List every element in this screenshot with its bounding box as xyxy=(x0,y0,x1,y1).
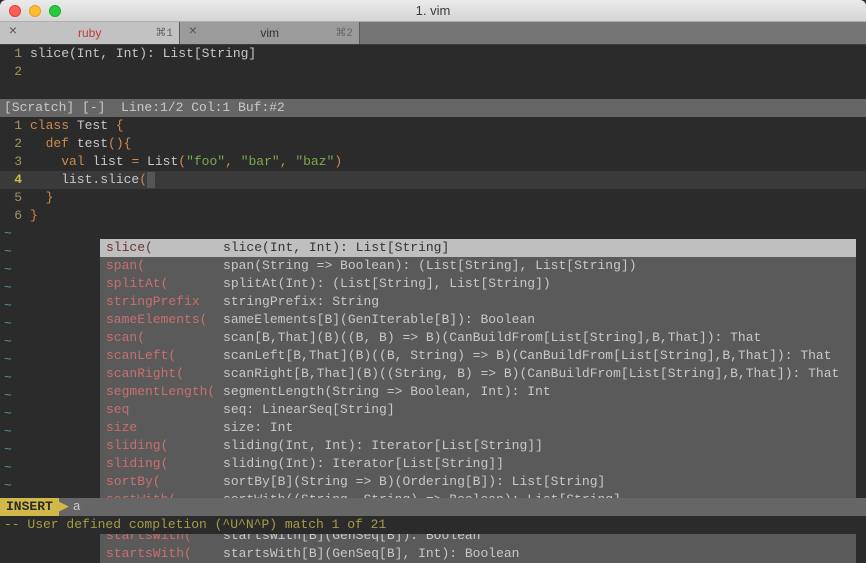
main-buffer[interactable]: 1class Test {2 def test(){3 val list = L… xyxy=(0,117,866,225)
editor-area[interactable]: 1 slice(Int, Int): List[String] 2 [Scrat… xyxy=(0,45,866,531)
completion-word: scanRight( xyxy=(106,365,223,383)
code-text: def test(){ xyxy=(30,135,131,153)
statusline-trail: a xyxy=(69,498,866,516)
completion-item[interactable]: sortBy( sortBy[B](String => B)(Ordering[… xyxy=(100,473,856,491)
window-titlebar: 1. vim xyxy=(0,0,866,22)
close-icon[interactable]: × xyxy=(186,26,200,40)
powerline-arrow-icon: ▶ xyxy=(59,498,69,516)
completion-item[interactable]: startsWith( startsWith[B](GenSeq[B], Int… xyxy=(100,545,856,563)
completion-item[interactable]: size size: Int xyxy=(100,419,856,437)
line-number: 2 xyxy=(0,135,30,153)
line-number: 6 xyxy=(0,207,30,225)
line-number: 3 xyxy=(0,153,30,171)
completion-word: sortBy( xyxy=(106,473,223,491)
code-line[interactable]: 2 def test(){ xyxy=(0,135,866,153)
command-line: -- User defined completion (^U^N^P) matc… xyxy=(0,516,866,534)
code-text: } xyxy=(30,207,38,225)
cursor xyxy=(147,172,155,188)
completion-signature: splitAt(Int): (List[String], List[String… xyxy=(223,276,551,291)
completion-item[interactable]: scan( scan[B,That](B)((B, B) => B)(CanBu… xyxy=(100,329,856,347)
completion-word: startsWith( xyxy=(106,545,223,563)
completion-signature: sliding(Int): Iterator[List[String]] xyxy=(223,456,504,471)
preview-statusline: [Scratch] [-] Line:1/2 Col:1 Buf:#2 xyxy=(0,99,866,117)
line-number: 1 xyxy=(0,117,30,135)
completion-signature: scanLeft[B,That](B)((B, String) => B)(Ca… xyxy=(223,348,832,363)
completion-item[interactable]: span( span(String => Boolean): (List[Str… xyxy=(100,257,856,275)
preview-line: 1 slice(Int, Int): List[String] xyxy=(0,45,866,63)
mode-indicator: INSERT xyxy=(0,498,59,516)
code-line[interactable]: 3 val list = List("foo", "bar", "baz") xyxy=(0,153,866,171)
completion-item[interactable]: segmentLength( segmentLength(String => B… xyxy=(100,383,856,401)
completion-signature: span(String => Boolean): (List[String], … xyxy=(223,258,636,273)
tab-vim[interactable]: × vim ⌘2 xyxy=(180,22,360,44)
completion-item[interactable]: sliding( sliding(Int): Iterator[List[Str… xyxy=(100,455,856,473)
completion-signature: segmentLength(String => Boolean, Int): I… xyxy=(223,384,551,399)
completion-word: seq xyxy=(106,401,223,419)
code-text: val list = List("foo", "bar", "baz") xyxy=(30,153,342,171)
completion-signature: sortBy[B](String => B)(Ordering[B]): Lis… xyxy=(223,474,605,489)
completion-word: sliding( xyxy=(106,437,223,455)
close-icon[interactable]: × xyxy=(6,26,20,40)
completion-signature: sliding(Int, Int): Iterator[List[String]… xyxy=(223,438,543,453)
line-number: 2 xyxy=(0,63,30,81)
tab-label: vim xyxy=(204,26,335,40)
code-line[interactable]: 6} xyxy=(0,207,866,225)
completion-item[interactable]: seq seq: LinearSeq[String] xyxy=(100,401,856,419)
completion-signature: sameElements[B](GenIterable[B]): Boolean xyxy=(223,312,535,327)
statusline: INSERT ▶ a xyxy=(0,498,866,516)
completion-word: splitAt( xyxy=(106,275,223,293)
tab-bar: × ruby ⌘1 × vim ⌘2 xyxy=(0,22,866,45)
code-line[interactable]: 4 list.slice( xyxy=(0,171,866,189)
completion-word: sameElements( xyxy=(106,311,223,329)
completion-word: scanLeft( xyxy=(106,347,223,365)
line-number: 1 xyxy=(0,45,30,63)
completion-item[interactable]: slice( slice(Int, Int): List[String] xyxy=(100,239,856,257)
code-text: slice(Int, Int): List[String] xyxy=(30,45,256,63)
code-text: class Test { xyxy=(30,117,124,135)
tab-label: ruby xyxy=(24,26,155,40)
completion-word: segmentLength( xyxy=(106,383,223,401)
completion-word: scan( xyxy=(106,329,223,347)
completion-signature: slice(Int, Int): List[String] xyxy=(223,240,449,255)
line-number: 4 xyxy=(0,171,30,189)
window-title: 1. vim xyxy=(0,3,866,18)
completion-signature: stringPrefix: String xyxy=(223,294,379,309)
completion-item[interactable]: scanLeft( scanLeft[B,That](B)((B, String… xyxy=(100,347,856,365)
completion-signature: scanRight[B,That](B)((String, B) => B)(C… xyxy=(223,366,839,381)
completion-signature: seq: LinearSeq[String] xyxy=(223,402,395,417)
completion-item[interactable]: scanRight( scanRight[B,That](B)((String,… xyxy=(100,365,856,383)
code-text: list.slice( xyxy=(30,171,155,189)
completion-item[interactable]: sameElements( sameElements[B](GenIterabl… xyxy=(100,311,856,329)
completion-item[interactable]: stringPrefix stringPrefix: String xyxy=(100,293,856,311)
code-line[interactable]: 5 } xyxy=(0,189,866,207)
code-line[interactable]: 1class Test { xyxy=(0,117,866,135)
completion-item[interactable]: splitAt( splitAt(Int): (List[String], Li… xyxy=(100,275,856,293)
completion-signature: size: Int xyxy=(223,420,293,435)
preview-line: 2 xyxy=(0,63,866,81)
code-text: } xyxy=(30,189,53,207)
tab-shortcut: ⌘1 xyxy=(155,26,173,40)
completion-word: sliding( xyxy=(106,455,223,473)
completion-word: stringPrefix xyxy=(106,293,223,311)
completion-word: size xyxy=(106,419,223,437)
line-number: 5 xyxy=(0,189,30,207)
completion-word: slice( xyxy=(106,239,223,257)
completion-signature: startsWith[B](GenSeq[B], Int): Boolean xyxy=(223,546,519,561)
completion-item[interactable]: sliding( sliding(Int, Int): Iterator[Lis… xyxy=(100,437,856,455)
blank-line xyxy=(0,81,866,99)
completion-signature: scan[B,That](B)((B, B) => B)(CanBuildFro… xyxy=(223,330,761,345)
tab-shortcut: ⌘2 xyxy=(335,26,353,40)
tab-ruby[interactable]: × ruby ⌘1 xyxy=(0,22,180,44)
completion-word: span( xyxy=(106,257,223,275)
